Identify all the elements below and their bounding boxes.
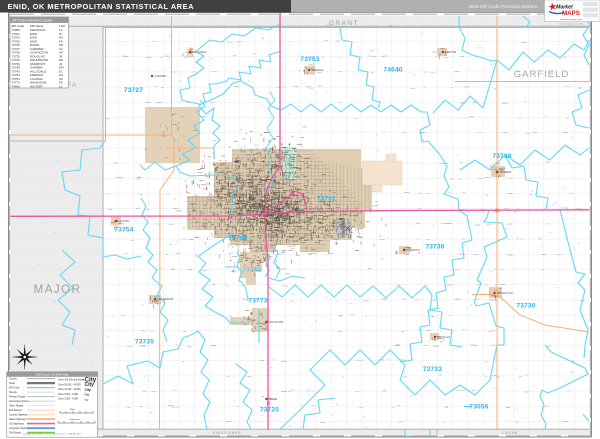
svg-text:County: County <box>9 378 18 381</box>
svg-text:www.marketmaps.com: www.marketmaps.com <box>560 18 582 21</box>
svg-text:US Highways: US Highways <box>9 423 25 426</box>
svg-text:FAIRMONT: FAIRMONT <box>407 248 421 252</box>
svg-text:Cities 50,000 - 99,999: Cities 50,000 - 99,999 <box>58 383 81 386</box>
svg-text:ZIP Code: ZIP Code <box>9 387 20 390</box>
svg-text:Cities 5,000 - 9,999: Cities 5,000 - 9,999 <box>58 393 79 396</box>
svg-text:Other Roads: Other Roads <box>9 405 24 408</box>
svg-text:MAJOR: MAJOR <box>34 284 82 296</box>
svg-text:LOGAN: LOGAN <box>502 431 518 435</box>
svg-text:2026 Enid, OK MSA Map: 2026 Enid, OK MSA Map <box>35 373 69 377</box>
svg-text:BISON: BISON <box>269 397 277 401</box>
svg-text:Miles: Miles <box>70 409 76 411</box>
svg-text:GARBER: GARBER <box>500 170 511 174</box>
svg-text:GARFIELD: GARFIELD <box>514 69 570 80</box>
svg-text:Exit Ramps: Exit Ramps <box>9 409 23 412</box>
svg-text:CARRIER: CARRIER <box>155 74 167 78</box>
svg-text:Date Printed: January 2026: Date Printed: January 2026 <box>559 23 584 26</box>
svg-text:73056: 73056 <box>469 404 488 411</box>
svg-text:HUNTER: HUNTER <box>446 50 457 54</box>
svg-text:73736: 73736 <box>425 244 444 251</box>
svg-text:City: City <box>85 394 90 397</box>
svg-text:City: City <box>85 388 92 392</box>
svg-text:73730: 73730 <box>516 303 535 310</box>
svg-text:KINGFISHER: KINGFISHER <box>213 431 242 435</box>
svg-text:L2: L2 <box>59 85 63 89</box>
svg-text:73727: 73727 <box>124 87 143 94</box>
svg-text:COVINGTON: COVINGTON <box>497 291 513 295</box>
svg-text:2026 ZIP Code Premium Edition: 2026 ZIP Code Premium Edition <box>468 4 537 9</box>
svg-text:Copyright MarketMAPS - www.mar: Copyright MarketMAPS - www.marketmaps.co… <box>23 433 83 436</box>
svg-text:County Highways: County Highways <box>9 414 29 417</box>
svg-text:DOUGLAS: DOUGLAS <box>438 335 451 339</box>
svg-text:HUNTER: HUNTER <box>30 85 43 89</box>
svg-text:73738: 73738 <box>492 153 511 160</box>
svg-text:73705: 73705 <box>242 267 261 274</box>
svg-text:State Highways: State Highways <box>9 418 27 421</box>
svg-text:DRUMMOND: DRUMMOND <box>158 297 174 301</box>
svg-text:73720: 73720 <box>260 407 279 414</box>
svg-text:KREMLIN: KREMLIN <box>312 68 324 72</box>
svg-text:74640: 74640 <box>383 67 402 74</box>
svg-text:Toll Roads: Toll Roads <box>9 432 21 435</box>
svg-text:Cities 100,000 and Above: Cities 100,000 and Above <box>58 379 85 382</box>
svg-text:Cities 1,000 - 4,999: Cities 1,000 - 4,999 <box>58 398 79 401</box>
svg-text:73733: 73733 <box>423 366 442 373</box>
svg-text:State: State <box>9 382 15 385</box>
svg-text:73703: 73703 <box>228 235 247 242</box>
svg-text:73754: 73754 <box>114 227 133 234</box>
svg-text:73735: 73735 <box>135 339 154 346</box>
svg-text:ZIP Code Index/Grid Locator: ZIP Code Index/Grid Locator <box>12 19 53 23</box>
svg-text:73701: 73701 <box>317 196 336 203</box>
svg-text:ENID, OK METROPOLITAN STATISTI: ENID, OK METROPOLITAN STATISTICAL AREA <box>8 2 195 11</box>
svg-text:73773: 73773 <box>248 298 267 305</box>
svg-text:Primary Roads: Primary Roads <box>9 396 26 399</box>
svg-text:Streets: Streets <box>9 391 18 394</box>
svg-text:Secondary Roads: Secondary Roads <box>9 400 30 403</box>
svg-text:LAHOMA: LAHOMA <box>119 219 130 223</box>
svg-text:74640: 74640 <box>12 85 21 89</box>
svg-text:Kilometers: Kilometers <box>70 418 81 421</box>
svg-text:HILLSDALE: HILLSDALE <box>193 50 207 54</box>
svg-text:MAPS: MAPS <box>562 10 580 17</box>
svg-text:GRANT: GRANT <box>329 20 359 27</box>
svg-text:WAUKOMIS: WAUKOMIS <box>269 320 284 324</box>
svg-text:73753: 73753 <box>300 56 319 63</box>
svg-text:Cities 10,000 - 49,999: Cities 10,000 - 49,999 <box>58 388 81 391</box>
